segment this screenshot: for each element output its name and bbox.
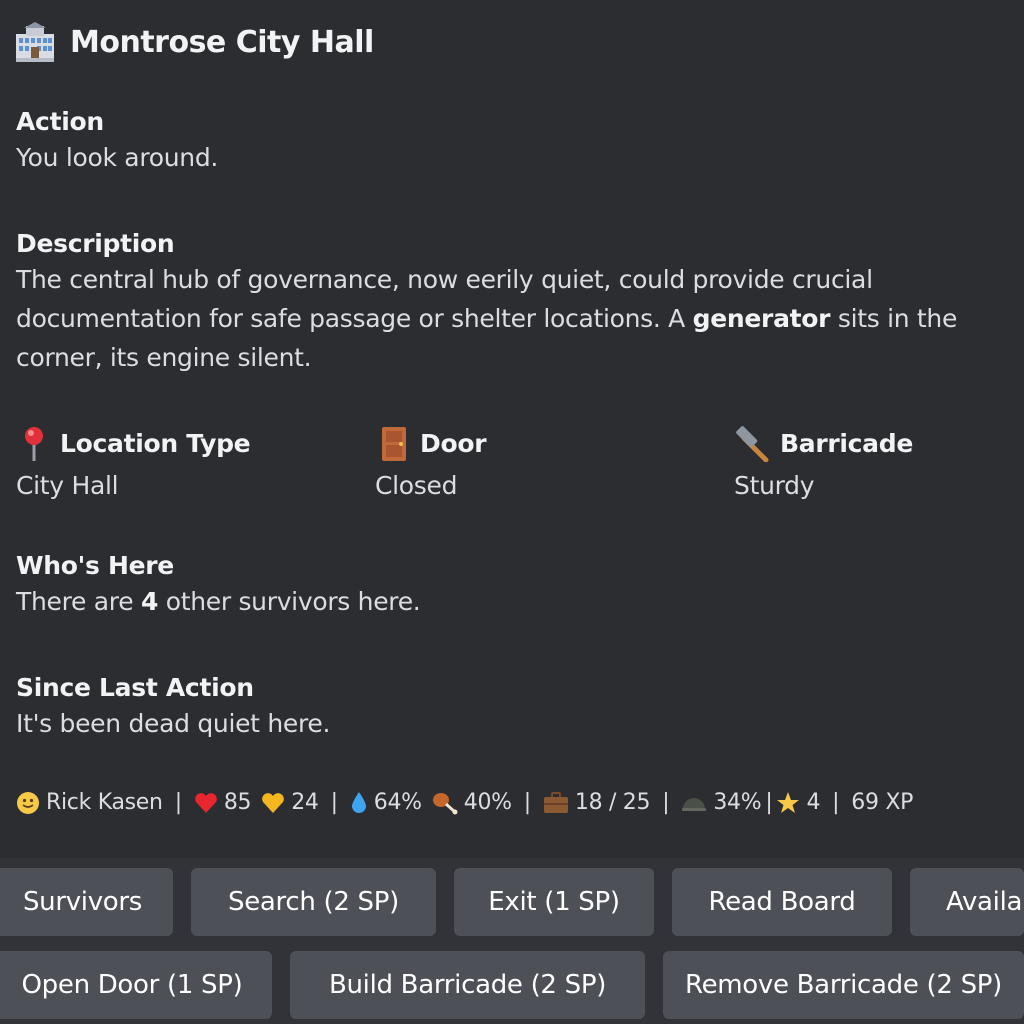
since-last-action-text: It's been dead quiet here. <box>16 709 331 738</box>
barricade-value: Sturdy <box>734 471 815 500</box>
since-last-action-label: Since Last Action <box>16 673 254 702</box>
location-type-field: Location Type City Hall <box>16 424 251 505</box>
stamina-value: 24 <box>291 790 319 815</box>
health-value: 85 <box>223 790 252 815</box>
available-button[interactable]: Availa <box>910 868 1024 936</box>
description-field: Description The central hub of governanc… <box>16 228 1011 377</box>
action-field: Action You look around. <box>16 106 218 177</box>
door-label: Door <box>420 429 487 458</box>
build-barricade-button[interactable]: Build Barricade (2 SP) <box>290 951 645 1019</box>
round-pushpin-icon <box>25 427 43 461</box>
location-type-label: Location Type <box>60 429 251 458</box>
glowing-star-icon <box>777 791 800 813</box>
yellow-heart-icon <box>262 792 285 813</box>
helmet-icon <box>682 797 707 811</box>
whos-here-field: Who's Here There are 4 other survivors h… <box>16 550 421 621</box>
survivor-count: 4 <box>140 587 159 616</box>
door-value: Closed <box>375 471 458 500</box>
description-bold: generator <box>692 304 831 333</box>
smiley-icon <box>17 791 39 814</box>
description-text: The central hub of governance, now eeril… <box>16 265 958 372</box>
briefcase-icon <box>543 791 568 813</box>
office-building-icon <box>16 22 54 62</box>
barricade-field: Barricade Sturdy <box>734 424 913 505</box>
whos-here-text: There are 4 other survivors here. <box>16 587 421 616</box>
search-button[interactable]: Search (2 SP) <box>191 868 436 936</box>
level-value: 4 <box>806 790 821 815</box>
red-heart-icon <box>194 792 217 813</box>
door-icon <box>382 427 406 461</box>
exit-button[interactable]: Exit (1 SP) <box>454 868 654 936</box>
status-footer: Rick Kasen | 85 24 | 64% 40% | 18 / 25 | <box>16 790 913 815</box>
poultry-leg-icon <box>432 792 458 814</box>
title-row: Montrose City Hall <box>14 22 374 62</box>
armor-value: 34% <box>713 790 762 815</box>
action-text: You look around. <box>16 143 219 172</box>
inventory-value: 18 / 25 <box>574 790 651 815</box>
hammer-icon <box>736 426 769 462</box>
food-value: 40% <box>463 790 512 815</box>
since-last-action-field: Since Last Action It's been dead quiet h… <box>16 672 330 743</box>
embed-card: Montrose City Hall Action You look aroun… <box>0 0 1024 858</box>
open-door-button[interactable]: Open Door (1 SP) <box>0 951 272 1019</box>
barricade-label: Barricade <box>780 429 913 458</box>
survivors-button[interactable]: Survivors <box>0 868 173 936</box>
remove-barricade-button[interactable]: Remove Barricade (2 SP) <box>663 951 1024 1019</box>
location-title: Montrose City Hall <box>70 24 374 60</box>
description-label: Description <box>16 229 175 258</box>
door-field: Door Closed <box>375 424 487 505</box>
action-label: Action <box>16 107 104 136</box>
button-area: Survivors Search (2 SP) Exit (1 SP) Read… <box>0 858 1024 1024</box>
location-type-value: City Hall <box>16 471 119 500</box>
water-value: 64% <box>373 790 422 815</box>
read-board-button[interactable]: Read Board <box>672 868 892 936</box>
droplet-icon <box>351 791 366 813</box>
whos-here-label: Who's Here <box>16 551 174 580</box>
xp-value: 69 XP <box>851 790 914 815</box>
player-name: Rick Kasen <box>46 790 163 815</box>
